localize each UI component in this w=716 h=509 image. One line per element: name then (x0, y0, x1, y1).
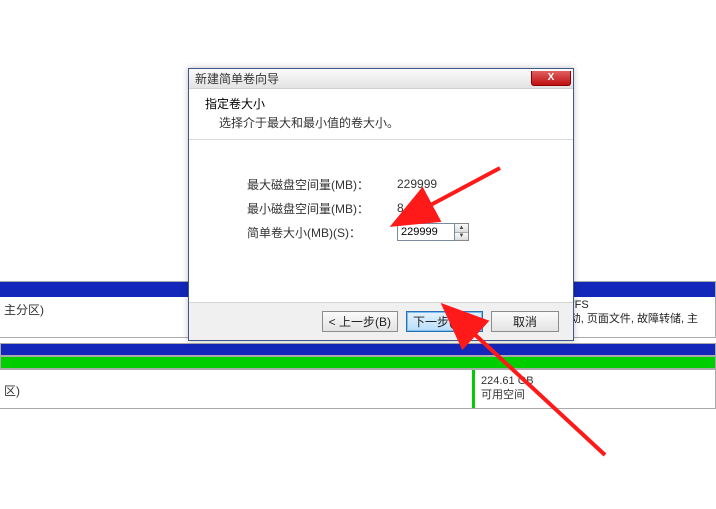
spinner-up-button[interactable]: ▲ (455, 224, 468, 233)
row-max-space: 最大磁盘空间量(MB)： 229999 (247, 172, 549, 196)
row-min-space: 最小磁盘空间量(MB)： 8 (247, 196, 549, 220)
free-space-size: 224.61 GB (481, 374, 709, 388)
section-title: 指定卷大小 (205, 95, 561, 112)
partition-bar-mid-blue (0, 343, 716, 356)
back-button[interactable]: < 上一步(B) (322, 311, 398, 332)
partition-low-label: 区) (4, 382, 20, 399)
spinner-down-button[interactable]: ▼ (455, 233, 468, 241)
min-space-value: 8 (397, 201, 404, 215)
min-space-label: 最小磁盘空间量(MB)： (247, 200, 397, 217)
partition-bar-mid-green (0, 356, 716, 369)
close-icon: X (548, 73, 555, 83)
max-space-label: 最大磁盘空间量(MB)： (247, 176, 397, 193)
dialog-footer: < 上一步(B) 下一步(N) > 取消 (189, 302, 573, 340)
free-space-block[interactable]: 224.61 GB 可用空间 (472, 370, 715, 408)
dialog-titlebar[interactable]: 新建简单卷向导 X (189, 69, 573, 89)
volume-size-input[interactable] (397, 223, 455, 241)
volume-size-label: 简单卷大小(MB)(S)： (247, 224, 397, 241)
partition-strip-low: 区) 224.61 GB 可用空间 (0, 369, 716, 409)
partition-top-label: 主分区) (4, 301, 44, 318)
volume-size-spinner: ▲ ▼ (397, 223, 469, 241)
free-space-label: 可用空间 (481, 388, 709, 402)
next-button[interactable]: 下一步(N) > (406, 311, 483, 332)
new-simple-volume-wizard-dialog: 新建简单卷向导 X 指定卷大小 选择介于最大和最小值的卷大小。 最大磁盘空间量(… (188, 68, 574, 341)
row-volume-size: 简单卷大小(MB)(S)： ▲ ▼ (247, 220, 549, 244)
section-desc: 选择介于最大和最小值的卷大小。 (219, 114, 561, 131)
dialog-content: 最大磁盘空间量(MB)： 229999 最小磁盘空间量(MB)： 8 简单卷大小… (189, 140, 573, 302)
max-space-value: 229999 (397, 177, 437, 191)
spinner-buttons: ▲ ▼ (455, 223, 469, 241)
dialog-title: 新建简单卷向导 (195, 70, 279, 87)
close-button[interactable]: X (531, 71, 571, 86)
cancel-button[interactable]: 取消 (491, 311, 559, 332)
dialog-subheader: 指定卷大小 选择介于最大和最小值的卷大小。 (189, 89, 573, 140)
